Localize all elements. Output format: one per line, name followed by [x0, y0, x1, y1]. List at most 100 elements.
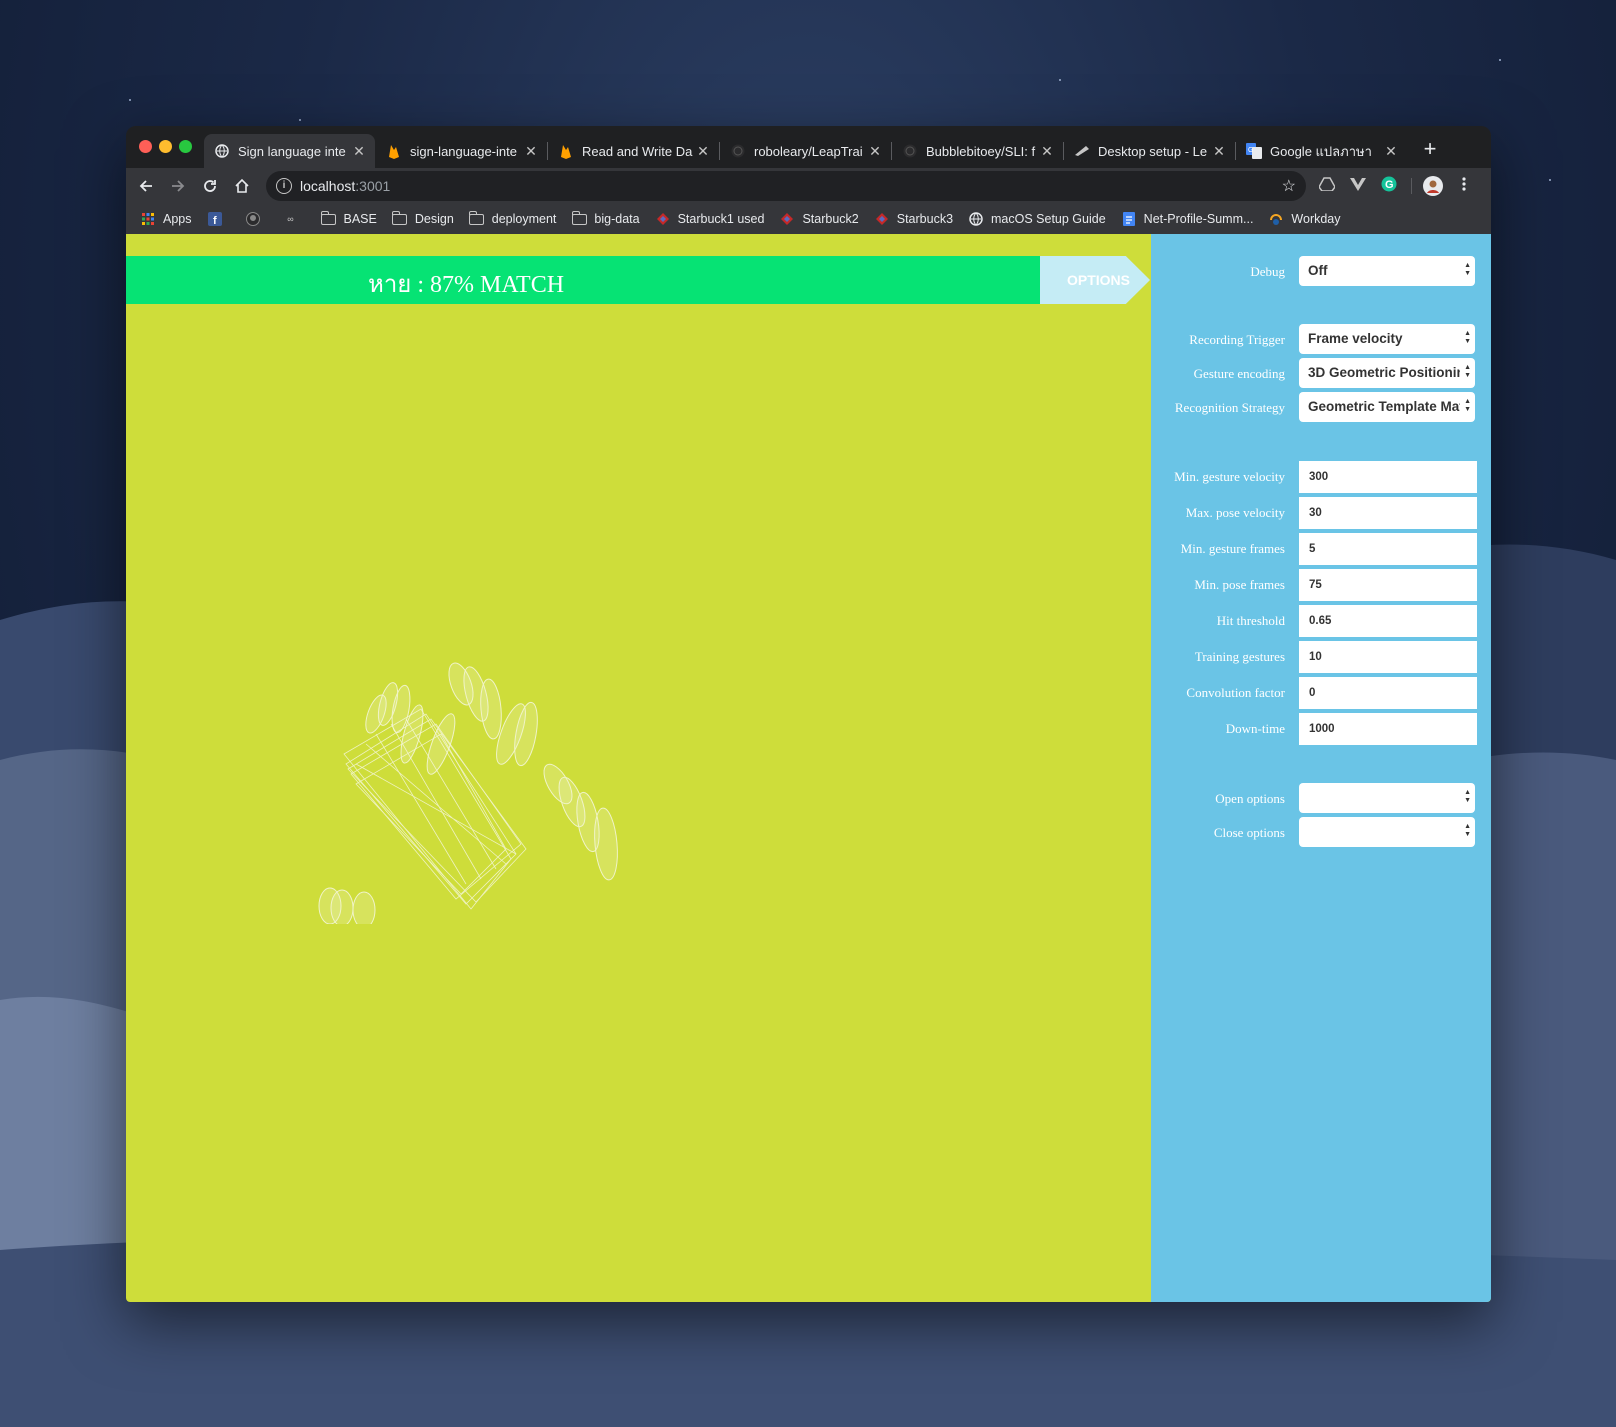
bookmark-link[interactable]: ∞ — [283, 212, 306, 226]
min-gesture-frames-row: Min. gesture frames 5 — [1151, 533, 1491, 565]
gesture-encoding-row: Gesture encoding 3D Geometric Positionin… — [1151, 358, 1491, 390]
forward-button[interactable] — [164, 172, 192, 200]
tab-title: sign-language-inte — [410, 143, 517, 159]
bookmark-workday[interactable]: Workday — [1268, 212, 1341, 226]
close-tab-icon[interactable]: ✕ — [1039, 143, 1055, 160]
open-options-label: Open options — [1215, 791, 1285, 806]
field-label: Max. pose velocity — [1185, 505, 1285, 520]
facebook-icon: f — [207, 212, 223, 226]
browser-tab-sign-language[interactable]: Sign language inte ✕ — [204, 134, 375, 168]
down-time-input[interactable]: 1000 — [1299, 713, 1477, 745]
field-label: Training gestures — [1194, 649, 1285, 664]
browser-tab-desktop-setup[interactable]: Desktop setup - Le ✕ — [1064, 134, 1235, 168]
convolution-factor-input[interactable]: 0 — [1299, 677, 1477, 709]
bookmark-label: big-data — [594, 212, 640, 226]
recognition-strategy-row: Recognition Strategy Geometric Template … — [1151, 392, 1491, 424]
google-translate-icon: G — [1246, 143, 1262, 159]
profile-avatar-icon[interactable] — [1423, 176, 1443, 196]
bookmark-net-profile[interactable]: Net-Profile-Summ... — [1121, 212, 1254, 226]
min-gesture-velocity-input[interactable]: 300 — [1299, 461, 1477, 493]
grammarly-icon[interactable]: G — [1379, 176, 1399, 196]
browser-tab-sli[interactable]: Bubblebitoey/SLI: f ✕ — [892, 134, 1063, 168]
gesture-encoding-select[interactable]: 3D Geometric Positioning ▲ ▼ — [1299, 358, 1475, 388]
training-gestures-input[interactable]: 10 — [1299, 641, 1477, 673]
field-label: Min. pose frames — [1194, 577, 1285, 592]
browser-tab-read-write[interactable]: Read and Write Da ✕ — [548, 134, 719, 168]
close-tab-icon[interactable]: ✕ — [351, 143, 367, 160]
window-zoom-button[interactable] — [179, 140, 192, 153]
new-tab-button[interactable]: + — [1416, 136, 1444, 162]
select-arrows-icon: ▲ ▼ — [1464, 330, 1471, 345]
github-icon — [730, 143, 746, 159]
reload-button[interactable] — [196, 172, 224, 200]
tab-strip: Sign language inte ✕ sign-language-inte … — [126, 126, 1491, 168]
close-tab-icon[interactable]: ✕ — [867, 143, 883, 160]
options-panel: Debug Off ▲ ▼ Recording Trigger Frame vel… — [1151, 234, 1491, 1302]
starbuck-icon — [655, 212, 671, 226]
bookmark-facebook[interactable]: f — [207, 212, 230, 226]
bookmark-star-icon[interactable]: ☆ — [1282, 176, 1296, 196]
select-arrows-icon: ▲ ▼ — [1464, 789, 1471, 804]
debug-label: Debug — [1250, 264, 1285, 279]
bookmark-starbuck3[interactable]: Starbuck3 — [874, 212, 953, 226]
window-minimize-button[interactable] — [159, 140, 172, 153]
bookmark-apps[interactable]: Apps — [140, 212, 192, 226]
max-pose-velocity-input[interactable]: 30 — [1299, 497, 1477, 529]
link-icon: ∞ — [287, 214, 294, 224]
firebase-icon — [386, 143, 402, 159]
close-options-row: Close options ▲ ▼ — [1151, 817, 1491, 849]
down-time-row: Down-time 1000 — [1151, 713, 1491, 745]
bookmark-starbuck1[interactable]: Starbuck1 used — [655, 212, 764, 226]
bookmark-folder-big-data[interactable]: big-data — [571, 210, 640, 226]
folder-icon — [392, 210, 408, 226]
folder-icon — [469, 210, 485, 226]
close-tab-icon[interactable]: ✕ — [523, 143, 539, 160]
bookmark-label: macOS Setup Guide — [991, 212, 1106, 226]
field-label: Min. gesture velocity — [1174, 469, 1285, 484]
back-button[interactable] — [132, 172, 160, 200]
browser-tab-google-translate[interactable]: G Google แปลภาษา ✕ — [1236, 134, 1407, 168]
browser-tab-sign-language-firebase[interactable]: sign-language-inte ✕ — [376, 134, 547, 168]
vue-devtools-icon[interactable] — [1348, 176, 1368, 196]
tab-title: Bubblebitoey/SLI: f — [926, 143, 1036, 159]
bookmark-label: Apps — [163, 212, 192, 226]
select-arrows-icon: ▲ ▼ — [1464, 398, 1471, 413]
site-info-icon[interactable]: i — [276, 178, 292, 194]
recording-trigger-label: Recording Trigger — [1189, 332, 1285, 347]
svg-text:G: G — [1248, 147, 1253, 154]
bookmark-folder-deployment[interactable]: deployment — [469, 210, 556, 226]
close-tab-icon[interactable]: ✕ — [695, 143, 711, 160]
hit-threshold-input[interactable]: 0.65 — [1299, 605, 1477, 637]
close-options-select[interactable]: ▲ ▼ — [1299, 817, 1475, 847]
close-options-label: Close options — [1213, 825, 1285, 840]
bookmark-folder-base[interactable]: BASE — [321, 210, 377, 226]
home-button[interactable] — [228, 172, 256, 200]
close-tab-icon[interactable]: ✕ — [1383, 143, 1399, 160]
svg-text:f: f — [213, 215, 217, 226]
open-options-select[interactable]: ▲ ▼ — [1299, 783, 1475, 813]
globe-icon — [214, 143, 230, 159]
min-gesture-frames-input[interactable]: 5 — [1299, 533, 1477, 565]
min-pose-frames-input[interactable]: 75 — [1299, 569, 1477, 601]
bookmark-label: Net-Profile-Summ... — [1143, 212, 1254, 226]
bookmark-starbuck2[interactable]: Starbuck2 — [779, 212, 859, 226]
bookmark-folder-design[interactable]: Design — [392, 210, 454, 226]
field-label: Convolution factor — [1186, 685, 1285, 700]
recording-trigger-select[interactable]: Frame velocity ▲ ▼ — [1299, 324, 1475, 354]
debug-select[interactable]: Off ▲ ▼ — [1299, 256, 1475, 286]
google-drive-icon[interactable] — [1317, 176, 1337, 196]
tab-title: Google แปลภาษา — [1270, 143, 1372, 159]
url-host: localhost — [300, 178, 356, 194]
bookmark-macos-setup[interactable]: macOS Setup Guide — [968, 212, 1106, 226]
svg-text:G: G — [1385, 179, 1394, 191]
window-close-button[interactable] — [139, 140, 152, 153]
close-tab-icon[interactable]: ✕ — [1211, 143, 1227, 160]
recognition-strategy-select[interactable]: Geometric Template Matching ▲▼ — [1299, 392, 1475, 422]
bookmark-github[interactable] — [245, 212, 268, 226]
address-bar[interactable]: i localhost:3001 ☆ — [266, 171, 1306, 201]
max-pose-velocity-row: Max. pose velocity 30 — [1151, 497, 1491, 529]
browser-menu-icon[interactable] — [1454, 176, 1474, 196]
apps-grid-icon — [140, 212, 156, 226]
options-toggle-button[interactable]: OPTIONS — [1040, 256, 1150, 304]
browser-tab-leaptrainer[interactable]: roboleary/LeapTrai ✕ — [720, 134, 891, 168]
